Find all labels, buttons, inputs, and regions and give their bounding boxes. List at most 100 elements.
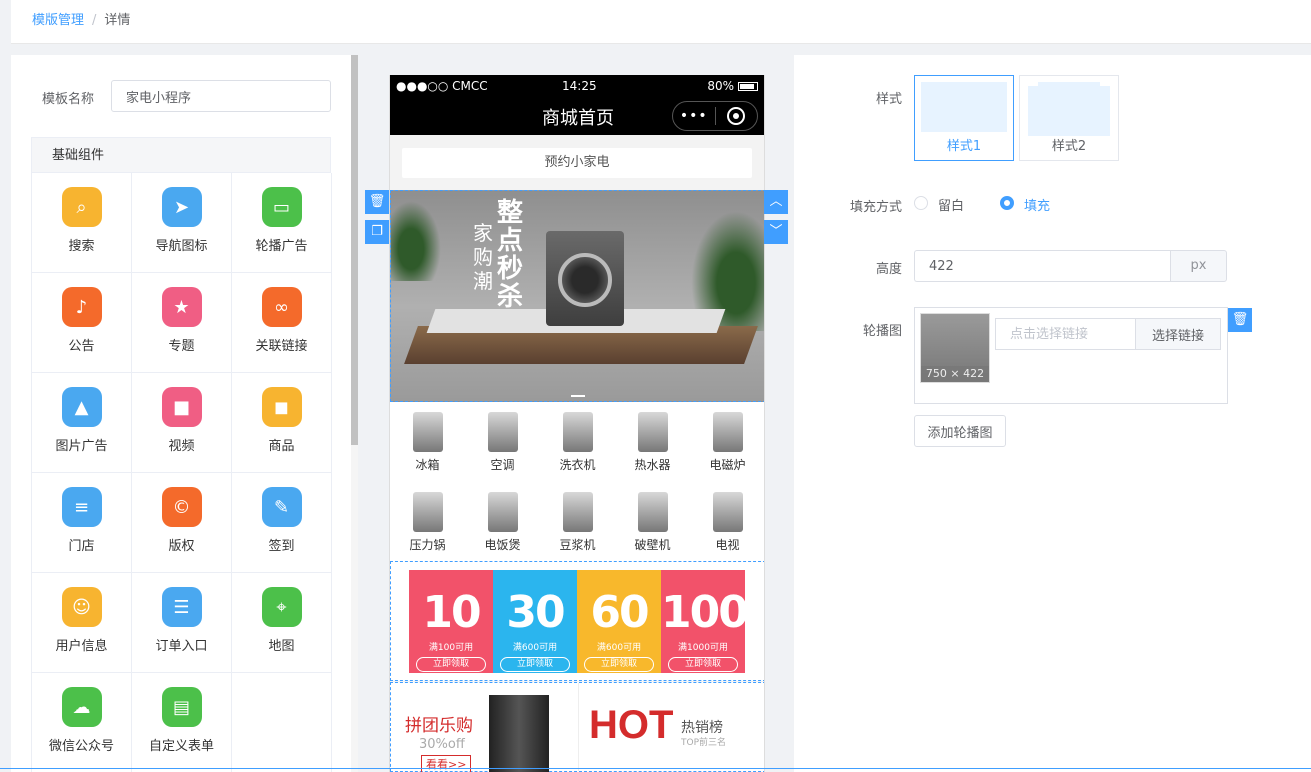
delete-module-icon[interactable]: 🗑: [365, 190, 389, 214]
category-item[interactable]: 压力锅: [390, 482, 465, 562]
coupon-card[interactable]: 10 满100可用 立即领取: [409, 570, 493, 673]
component-item[interactable]: ⌕ 搜索: [32, 173, 132, 273]
copyright-icon: ©: [161, 487, 202, 527]
bottom-divider: [0, 768, 1311, 769]
template-name-input[interactable]: [111, 80, 331, 112]
fill-full-label[interactable]: 填充: [1024, 195, 1050, 214]
component-item[interactable]: ▭ 轮播广告: [232, 173, 332, 273]
component-item[interactable]: ∞ 关联链接: [232, 273, 332, 373]
component-item[interactable]: ⌖ 地图: [232, 573, 332, 673]
navigation-icon: ➤: [161, 187, 202, 227]
component-item[interactable]: ≡ 门店: [32, 473, 132, 573]
coupon-card[interactable]: 60 满600可用 立即领取: [577, 570, 661, 673]
coupon-card[interactable]: 30 满600可用 立即领取: [493, 570, 577, 673]
component-label: 门店: [68, 539, 95, 554]
coupon-card[interactable]: 100 满1000可用 立即领取: [661, 570, 749, 673]
style-2-name: 样式2: [1051, 139, 1087, 154]
category-item[interactable]: 豆浆机: [540, 482, 615, 562]
mini-program-nav-bar: 商城首页 •••: [390, 97, 764, 135]
mini-program-capsule[interactable]: •••: [672, 101, 758, 131]
component-item[interactable]: ☰ 订单入口: [132, 573, 232, 673]
component-label: 商品: [268, 439, 295, 454]
shopping-bag-icon: ◼: [261, 387, 302, 427]
style-option-1[interactable]: 样式1: [914, 75, 1014, 161]
clipboard-icon: ☰: [161, 587, 202, 627]
style-option-2[interactable]: 样式2: [1019, 75, 1119, 161]
more-icon[interactable]: •••: [673, 108, 715, 124]
carousel-thumbnail[interactable]: 750 × 422: [920, 313, 990, 383]
category-item[interactable]: 破壁机: [615, 482, 690, 562]
coupon-claim-button[interactable]: 立即领取: [668, 657, 738, 672]
component-item[interactable]: © 版权: [132, 473, 232, 573]
component-item[interactable]: ▲ 图片广告: [32, 373, 132, 473]
component-label: 轮播广告: [255, 239, 308, 254]
group-buy-title: 拼团乐购: [405, 716, 473, 736]
group-buy-card[interactable]: 拼团乐购 30%off 看看>>: [391, 683, 579, 772]
move-up-icon[interactable]: ︿: [764, 190, 788, 214]
component-item[interactable]: ★ 专题: [132, 273, 232, 373]
category-image: [562, 412, 593, 452]
category-item[interactable]: 冰箱: [390, 402, 465, 482]
component-item[interactable]: ✎ 签到: [232, 473, 332, 573]
component-item[interactable]: ▤ 自定义表单: [132, 673, 232, 772]
fill-full-radio[interactable]: [1000, 196, 1014, 210]
thumbnail-size: 750 × 422: [921, 366, 989, 382]
category-label: 电磁炉: [709, 458, 746, 472]
link-input[interactable]: [995, 318, 1137, 350]
search-icon: ⌕: [61, 187, 102, 227]
component-item[interactable]: ■ 视频: [132, 373, 232, 473]
component-label: 地图: [268, 639, 295, 654]
coupon-claim-button[interactable]: 立即领取: [500, 657, 570, 672]
category-item[interactable]: 电饭煲: [465, 482, 540, 562]
delete-carousel-icon[interactable]: 🗑: [1228, 308, 1252, 332]
coupon-condition: 满1000可用: [678, 643, 728, 653]
component-label: 公告: [68, 339, 95, 354]
close-target-icon[interactable]: [715, 107, 757, 125]
image-icon: ▲: [61, 387, 102, 427]
category-item[interactable]: 洗衣机: [540, 402, 615, 482]
coupon-claim-button[interactable]: 立即领取: [584, 657, 654, 672]
add-carousel-button[interactable]: 添加轮播图: [914, 415, 1006, 447]
empty-cell: [232, 673, 332, 772]
category-image: [487, 492, 518, 532]
move-down-icon[interactable]: ﹀: [764, 220, 788, 244]
speaker-icon: ♪: [61, 287, 102, 327]
user-card-icon: ☺: [61, 587, 102, 627]
component-item[interactable]: ☁ 微信公众号: [32, 673, 132, 772]
category-image: [487, 412, 518, 452]
copy-module-icon[interactable]: ❐: [365, 220, 389, 244]
component-label: 关联链接: [255, 339, 308, 354]
banner-text-small: 家购潮: [473, 221, 493, 293]
component-item[interactable]: ➤ 导航图标: [132, 173, 232, 273]
component-item[interactable]: ◼ 商品: [232, 373, 332, 473]
component-label: 版权: [168, 539, 195, 554]
breadcrumb-separator: /: [92, 13, 97, 28]
category-item[interactable]: 空调: [465, 402, 540, 482]
category-image: [412, 492, 443, 532]
group-buy-button[interactable]: 看看>>: [421, 755, 472, 772]
banner-indicator[interactable]: [571, 395, 585, 397]
component-item[interactable]: ☺ 用户信息: [32, 573, 132, 673]
map-pin-icon: ⌖: [261, 587, 302, 627]
category-item[interactable]: 电视: [690, 482, 764, 562]
carousel-banner[interactable]: 家购潮 整点秒杀: [390, 190, 764, 402]
fill-blank-label[interactable]: 留白: [938, 195, 964, 214]
panel-scrollbar-thumb[interactable]: [351, 55, 358, 445]
category-label: 热水器: [634, 458, 671, 472]
fill-blank-radio[interactable]: [914, 196, 928, 210]
category-item[interactable]: 电磁炉: [690, 402, 764, 482]
select-link-button[interactable]: 选择链接: [1135, 318, 1221, 350]
category-image: [712, 412, 743, 452]
breadcrumb-link-template-manage[interactable]: 模版管理: [32, 13, 84, 28]
fill-mode-label: 填充方式: [849, 200, 902, 215]
component-panel: 模板名称 基础组件 ⌕ 搜索 ➤ 导航图标 ▭ 轮播广告 ♪ 公告 ★ 专题 ∞ 关联链接 ▲ 图片广告 ■…: [11, 55, 351, 772]
style-1-preview: [921, 82, 1007, 132]
category-image: [637, 492, 668, 532]
component-item[interactable]: ♪ 公告: [32, 273, 132, 373]
category-item[interactable]: 热水器: [615, 402, 690, 482]
component-grid: ⌕ 搜索 ➤ 导航图标 ▭ 轮播广告 ♪ 公告 ★ 专题 ∞ 关联链接 ▲ 图片广告 ■ 视频 ◼ 商品 ≡ 门店 © 版…: [31, 173, 332, 772]
coupon-claim-button[interactable]: 立即领取: [416, 657, 486, 672]
style-label: 样式: [875, 92, 902, 107]
preview-search-bar[interactable]: 预约小家电: [402, 148, 752, 178]
height-input[interactable]: [914, 250, 1170, 282]
